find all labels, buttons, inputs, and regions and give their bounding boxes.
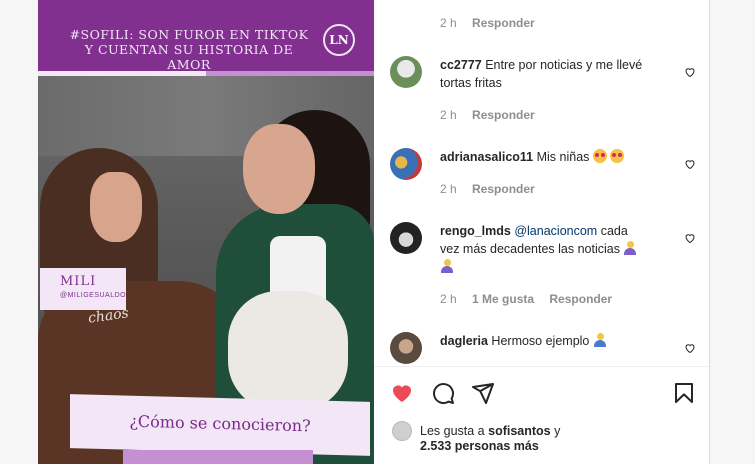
comment-icon[interactable] — [431, 381, 455, 405]
reply-button[interactable]: Responder — [472, 108, 535, 122]
likes-text: Les gusta a sofisantos y — [420, 422, 560, 440]
avatar[interactable] — [390, 332, 422, 364]
likes-suffix: y — [554, 424, 561, 438]
heart-filled-icon[interactable] — [390, 381, 414, 405]
question-text: ¿Cómo se conocieron? — [129, 411, 311, 436]
la-nacion-logo: LN — [323, 24, 355, 56]
comment-text: adrianasalico11 Mis niñas — [440, 148, 650, 166]
share-icon[interactable] — [471, 381, 495, 405]
person-emoji — [593, 333, 607, 347]
bookmark-icon[interactable] — [672, 381, 696, 405]
heart-outline-icon[interactable] — [684, 342, 696, 354]
comment-meta: 2 h Responder — [440, 16, 535, 30]
comment-item: dagleria Hermoso ejemplo — [390, 332, 695, 366]
instagram-post: #SOFILI: SON FUROR EN TIKTOK Y CUENTAN S… — [38, 0, 710, 464]
comment-item: rengo_lmds @lanacioncom cada vez más dec… — [390, 222, 695, 314]
comment-item: cc2777 Entre por noticias y me llevé tor… — [390, 56, 695, 126]
comment-item: adrianasalico11 Mis niñas 2 h Responder — [390, 148, 695, 204]
heart-eyes-emoji — [610, 149, 625, 163]
comment-username[interactable]: rengo_lmds — [440, 224, 511, 238]
comment-body: Mis niñas — [536, 150, 590, 164]
reply-button[interactable]: Responder — [472, 16, 535, 30]
name-tag-name: MILI — [60, 274, 97, 289]
video-banner: #SOFILI: SON FUROR EN TIKTOK Y CUENTAN S… — [38, 0, 374, 76]
comment-username[interactable]: cc2777 — [440, 58, 482, 72]
comment-text: cc2777 Entre por noticias y me llevé tor… — [440, 56, 650, 92]
heart-outline-icon[interactable] — [684, 232, 696, 244]
comments-panel[interactable]: 2 h Responder cc2777 Entre por noticias … — [374, 0, 709, 366]
name-tag-handle: @MILIGESUALDO — [60, 292, 127, 299]
comment-meta: 2 h Responder — [440, 182, 535, 196]
avatar[interactable] — [390, 222, 422, 254]
post-actions: Les gusta a sofisantos y 2.533 personas … — [374, 367, 709, 464]
comment-time: 2 h — [440, 108, 457, 122]
heart-outline-icon[interactable] — [684, 66, 696, 78]
likes-prefix: Les gusta a — [420, 424, 485, 438]
avatar[interactable] — [392, 421, 412, 441]
comment-body: Hermoso ejemplo — [491, 334, 590, 348]
comment-meta: 2 h Responder — [440, 108, 535, 122]
heart-eyes-emoji — [592, 149, 607, 163]
heart-outline-icon[interactable] — [684, 158, 696, 170]
name-tag: MILI @MILIGESUALDO — [40, 268, 126, 310]
likes-username[interactable]: sofisantos — [488, 424, 551, 438]
post-video[interactable]: #SOFILI: SON FUROR EN TIKTOK Y CUENTAN S… — [38, 0, 374, 464]
jacket-sleeve — [228, 291, 348, 411]
comment-likes[interactable]: 1 Me gusta — [472, 292, 534, 306]
person-right-face — [243, 124, 315, 214]
reply-button[interactable]: Responder — [549, 292, 612, 306]
facepalm-emoji — [440, 259, 454, 273]
person-left-face — [90, 172, 142, 242]
comment-time: 2 h — [440, 182, 457, 196]
comment-username[interactable]: adrianasalico11 — [440, 150, 533, 164]
question-caption-tab — [123, 450, 313, 464]
comment-text: dagleria Hermoso ejemplo — [440, 332, 650, 350]
facepalm-emoji — [623, 241, 637, 255]
comment-time: 2 h — [440, 292, 457, 306]
likes-count[interactable]: 2.533 personas más — [420, 439, 539, 453]
avatar[interactable] — [390, 56, 422, 88]
reply-button[interactable]: Responder — [472, 182, 535, 196]
comment-meta: 2 h 1 Me gusta Responder — [440, 292, 612, 306]
video-frame: chaos MILI @MILIGESUALDO ¿Cómo se conoci… — [38, 76, 374, 464]
comment-mention[interactable]: @lanacioncom — [514, 224, 597, 238]
comment-text: rengo_lmds @lanacioncom cada vez más dec… — [440, 222, 650, 276]
video-title: #SOFILI: SON FUROR EN TIKTOK Y CUENTAN S… — [69, 27, 309, 72]
likes-summary: Les gusta a sofisantos y — [392, 421, 692, 441]
comment-username[interactable]: dagleria — [440, 334, 488, 348]
comment-time: 2 h — [440, 16, 457, 30]
question-caption: ¿Cómo se conocieron? — [70, 394, 370, 456]
avatar[interactable] — [390, 148, 422, 180]
